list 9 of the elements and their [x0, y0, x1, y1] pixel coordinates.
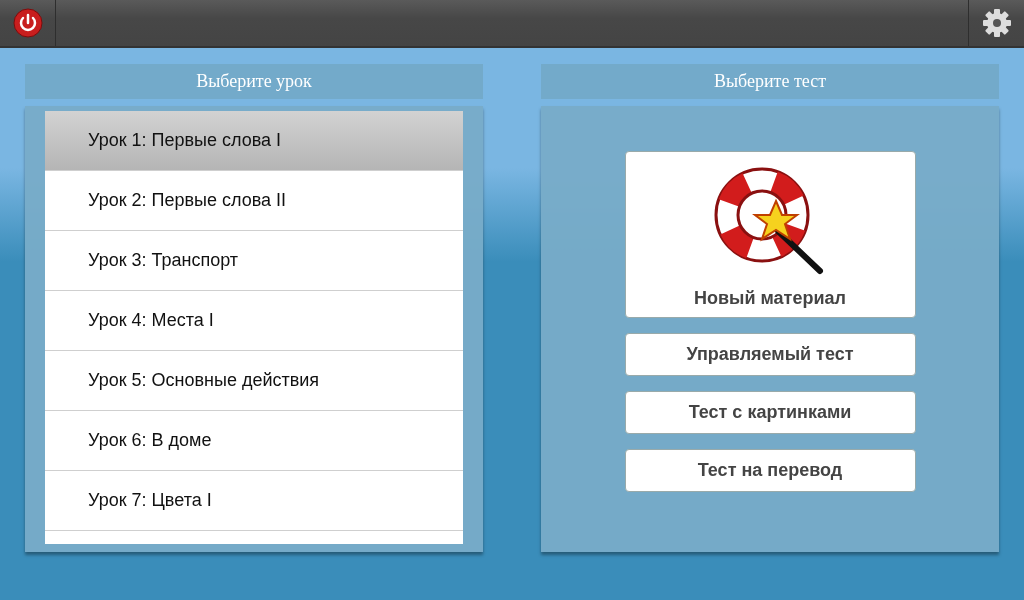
test-button[interactable]: Новый материал	[624, 151, 916, 318]
test-button[interactable]: Тест на перевод	[624, 449, 916, 492]
test-button[interactable]: Тест с картинками	[624, 391, 916, 434]
panel-title: Выберите тест	[541, 64, 999, 99]
settings-icon	[980, 7, 1013, 39]
lesson-item[interactable]: Урок 1: Первые слова I	[45, 111, 463, 171]
panel-title: Выберите урок	[25, 64, 483, 99]
power-icon	[12, 8, 43, 38]
test-button[interactable]: Управляемый тест	[624, 333, 916, 376]
